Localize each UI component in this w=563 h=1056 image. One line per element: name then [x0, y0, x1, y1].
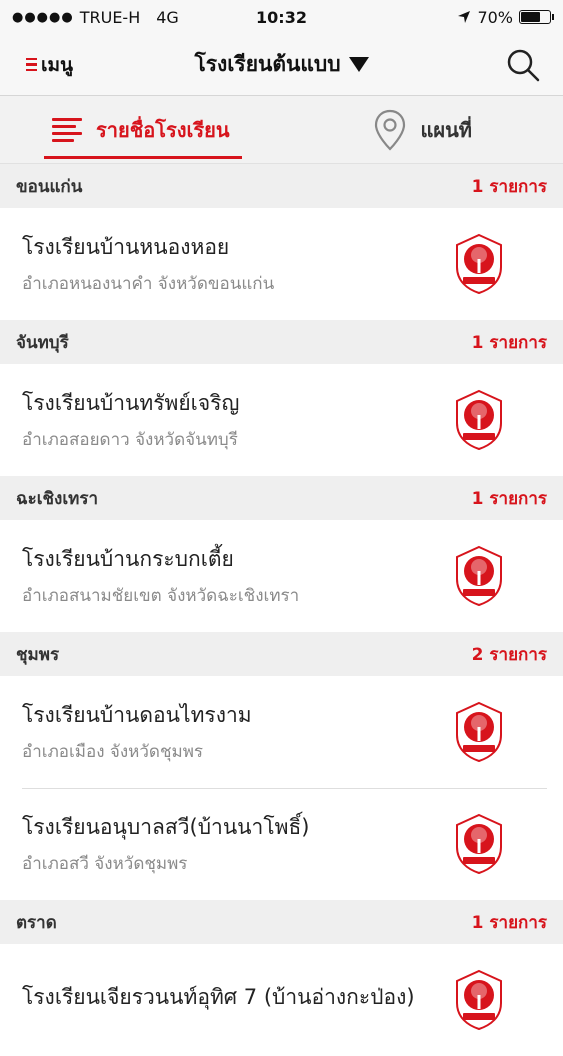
school-list-item[interactable]: โรงเรียนบ้านหนองหอยอำเภอหนองนาคำ จังหวัด… [0, 208, 563, 320]
carrier-name: TRUE-H [80, 8, 141, 27]
school-name: โรงเรียนเจียรวนนท์อุทิศ 7 (บ้านอ่างกะป่อ… [22, 981, 415, 1014]
school-address: อำเภอสวี จังหวัดชุมพร [22, 850, 309, 877]
school-name: โรงเรียนบ้านหนองหอย [22, 231, 274, 264]
page-title: โรงเรียนต้นแบบ [194, 48, 340, 81]
status-left: ●●●●● TRUE-H 4G [12, 8, 179, 27]
section-item-count: 1 รายการ [472, 485, 547, 512]
location-arrow-icon [457, 10, 471, 24]
caret-down-icon [349, 57, 369, 72]
section-item-count: 1 รายการ [472, 173, 547, 200]
tab-school-list[interactable]: รายชื่อโรงเรียน [0, 96, 282, 163]
section-header: ขอนแก่น 1 รายการ [0, 164, 563, 208]
school-text: โรงเรียนบ้านดอนไทรงามอำเภอเมือง จังหวัดช… [22, 699, 252, 765]
battery-percent: 70% [477, 8, 513, 27]
section-province-name: ฉะเชิงเทรา [16, 485, 98, 512]
obec-emblem-icon [453, 545, 505, 607]
battery-level-fill [521, 12, 540, 22]
school-address: อำเภอหนองนาคำ จังหวัดขอนแก่น [22, 270, 274, 297]
nav-title-wrapper: โรงเรียนต้นแบบ [0, 48, 563, 81]
school-name: โรงเรียนอนุบาลสวี(บ้านนาโพธิ์) [22, 811, 309, 844]
nav-bar: เมนู โรงเรียนต้นแบบ [0, 34, 563, 96]
section-header: ฉะเชิงเทรา 1 รายการ [0, 476, 563, 520]
search-button[interactable] [503, 45, 543, 85]
school-list-item[interactable]: โรงเรียนอนุบาลสวี(บ้านนาโพธิ์) อำเภอสวี จ… [0, 788, 563, 900]
school-list: ขอนแก่น1 รายการโรงเรียนบ้านหนองหอยอำเภอห… [0, 164, 563, 1056]
tab-school-list-label: รายชื่อโรงเรียน [96, 114, 230, 146]
menu-label: เมนู [41, 50, 73, 80]
school-list-item[interactable]: โรงเรียนเจียรวนนท์อุทิศ 7 (บ้านอ่างกะป่อ… [0, 944, 563, 1056]
school-list-item[interactable]: โรงเรียนบ้านทรัพย์เจริญอำเภอสอยดาว จังหว… [0, 364, 563, 476]
network-type: 4G [156, 8, 179, 27]
hamburger-icon [26, 58, 37, 72]
school-name: โรงเรียนบ้านทรัพย์เจริญ [22, 387, 239, 420]
school-name: โรงเรียนบ้านกระบกเตี้ย [22, 543, 299, 576]
school-text: โรงเรียนอนุบาลสวี(บ้านนาโพธิ์) อำเภอสวี จ… [22, 811, 309, 877]
section-province-name: ขอนแก่น [16, 173, 82, 200]
section-province-name: ชุมพร [16, 641, 59, 668]
school-address: อำเภอเมือง จังหวัดชุมพร [22, 738, 252, 765]
tab-map-label: แผนที่ [421, 114, 472, 146]
section-header: จันทบุรี 1 รายการ [0, 320, 563, 364]
obec-emblem-icon [453, 969, 505, 1031]
battery-icon [519, 10, 551, 24]
search-icon [505, 47, 541, 83]
school-list-item[interactable]: โรงเรียนบ้านกระบกเตี้ยอำเภอสนามชัยเขต จั… [0, 520, 563, 632]
school-name: โรงเรียนบ้านดอนไทรงาม [22, 699, 252, 732]
school-text: โรงเรียนบ้านทรัพย์เจริญอำเภอสอยดาว จังหว… [22, 387, 239, 453]
section-item-count: 1 รายการ [472, 329, 547, 356]
school-list-item[interactable]: โรงเรียนบ้านดอนไทรงามอำเภอเมือง จังหวัดช… [0, 676, 563, 788]
section-item-count: 1 รายการ [472, 909, 547, 936]
obec-emblem-icon [453, 389, 505, 451]
section-province-name: ตราด [16, 909, 57, 936]
list-icon [52, 118, 82, 142]
school-text: โรงเรียนบ้านหนองหอยอำเภอหนองนาคำ จังหวัด… [22, 231, 274, 297]
status-bar: ●●●●● TRUE-H 4G 10:32 70% [0, 0, 563, 34]
school-type-dropdown[interactable]: โรงเรียนต้นแบบ [194, 48, 368, 81]
section-header: ตราด 1 รายการ [0, 900, 563, 944]
status-right: 70% [457, 8, 551, 27]
tab-map[interactable]: แผนที่ [282, 96, 563, 163]
obec-emblem-icon [453, 701, 505, 763]
signal-strength-icon: ●●●●● [12, 10, 74, 25]
school-address: อำเภอสอยดาว จังหวัดจันทบุรี [22, 426, 239, 453]
menu-button[interactable]: เมนู [26, 50, 73, 80]
map-pin-icon [373, 109, 407, 151]
school-text: โรงเรียนบ้านกระบกเตี้ยอำเภอสนามชัยเขต จั… [22, 543, 299, 609]
obec-emblem-icon [453, 233, 505, 295]
school-address: อำเภอสนามชัยเขต จังหวัดฉะเชิงเทรา [22, 582, 299, 609]
section-item-count: 2 รายการ [472, 641, 547, 668]
section-province-name: จันทบุรี [16, 329, 69, 356]
school-text: โรงเรียนเจียรวนนท์อุทิศ 7 (บ้านอ่างกะป่อ… [22, 981, 415, 1020]
tab-bar: รายชื่อโรงเรียน แผนที่ [0, 96, 563, 164]
section-header: ชุมพร 2 รายการ [0, 632, 563, 676]
obec-emblem-icon [453, 813, 505, 875]
